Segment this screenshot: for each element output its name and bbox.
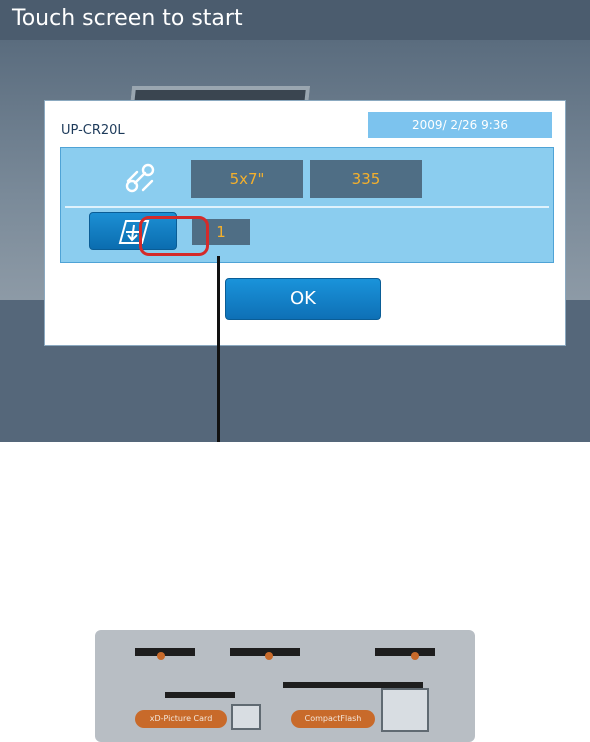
start-title: Touch screen to start	[0, 0, 590, 40]
xd-card-label: xD-Picture Card	[135, 710, 227, 728]
slot-3	[375, 648, 435, 656]
slot-1	[135, 648, 195, 656]
print-size-value[interactable]: 5x7"	[191, 160, 303, 198]
ok-button[interactable]: OK	[225, 278, 381, 320]
slot-dot-3	[411, 652, 419, 660]
slot-dot-1	[157, 652, 165, 660]
slot-4	[165, 692, 235, 698]
compactflash-chip	[381, 688, 429, 732]
link-icon	[125, 163, 155, 193]
copies-highlight-ring	[139, 216, 209, 256]
datetime-display: 2009/ 2/26 9:36	[368, 112, 552, 138]
slot-dot-2	[265, 652, 273, 660]
settings-panel: 5x7" 335 1	[60, 147, 554, 263]
panel-divider	[65, 206, 549, 208]
remaining-count: 335	[310, 160, 422, 198]
print-settings-dialog: UP-CR20L 2009/ 2/26 9:36 5x7" 335 1 OK	[44, 100, 566, 346]
model-name: UP-CR20L	[61, 123, 125, 138]
xd-card-chip	[231, 704, 261, 730]
callout-line	[217, 256, 220, 442]
card-slot-panel: xD-Picture Card CompactFlash	[95, 630, 475, 742]
compactflash-label: CompactFlash	[291, 710, 375, 728]
